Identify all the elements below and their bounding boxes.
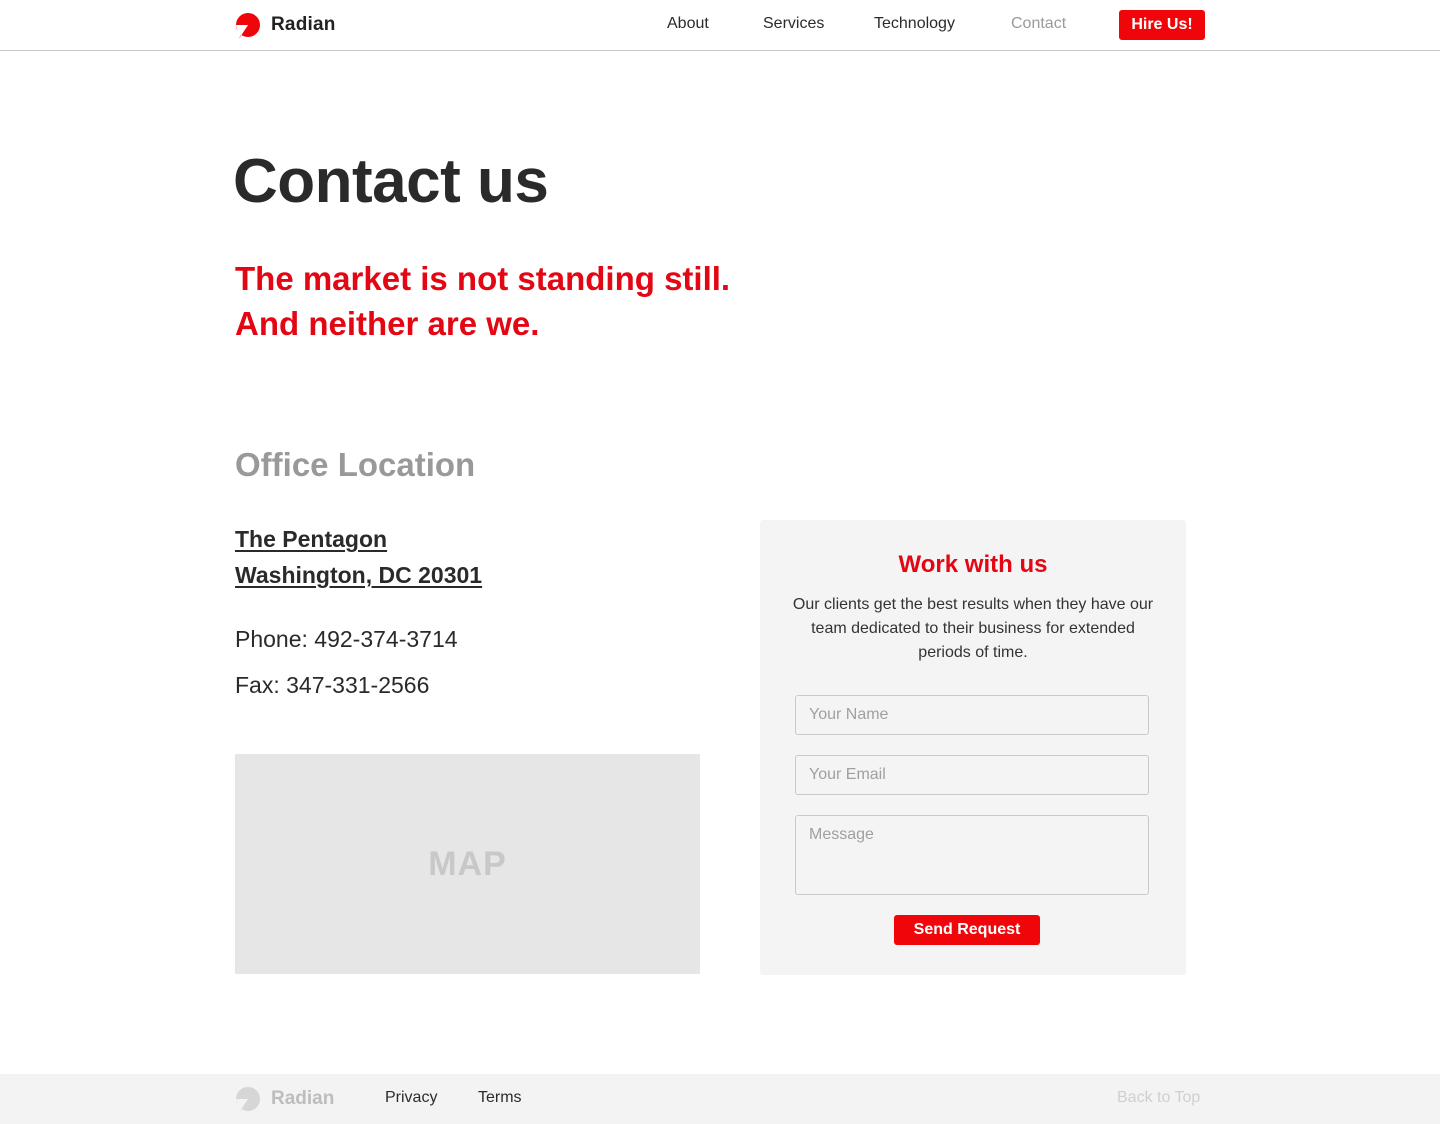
office-address: The Pentagon Washington, DC 20301 [235,521,482,593]
address-line-1-link[interactable]: The Pentagon [235,521,482,557]
site-footer: Radian Privacy Terms Back to Top [0,1074,1440,1124]
footer-brand-name: Radian [271,1088,335,1109]
nav-about[interactable]: About [667,15,709,33]
page-title: Contact us [233,147,549,216]
name-input[interactable] [795,695,1149,735]
footer-privacy-link[interactable]: Privacy [385,1089,437,1107]
address-line-2-link[interactable]: Washington, DC 20301 [235,557,482,593]
brand-name: Radian [271,14,336,35]
phone-number: Phone: 492-374-3714 [235,626,458,652]
form-description: Our clients get the best results when th… [792,596,1154,661]
tagline-line-1: The market is not standing still. [235,260,731,297]
map-placeholder[interactable]: MAP [235,754,700,974]
office-location-heading: Office Location [235,446,476,483]
site-header: Radian About Services Technology Contact… [0,0,1440,51]
message-textarea[interactable] [795,815,1149,895]
brand-logo-link[interactable]: Radian [235,11,336,39]
radian-logo-icon [235,12,261,38]
tagline: The market is not standing still. And ne… [235,256,730,346]
radian-logo-icon [235,1086,261,1112]
map-label: MAP [428,844,507,883]
fax-number: Fax: 347-331-2566 [235,672,430,698]
footer-terms-link[interactable]: Terms [478,1089,522,1107]
work-with-us-card: Work with us Our clients get the best re… [760,520,1186,975]
nav-services[interactable]: Services [763,15,824,33]
footer-brand-link[interactable]: Radian [235,1086,334,1112]
back-to-top-link[interactable]: Back to Top [1117,1089,1200,1107]
form-title: Work with us [898,551,1048,578]
send-request-button[interactable]: Send Request [894,915,1040,945]
nav-technology[interactable]: Technology [874,15,955,33]
email-input[interactable] [795,755,1149,795]
tagline-line-2: And neither are we. [235,305,540,342]
hire-us-button[interactable]: Hire Us! [1119,10,1205,40]
nav-contact[interactable]: Contact [1011,15,1066,33]
